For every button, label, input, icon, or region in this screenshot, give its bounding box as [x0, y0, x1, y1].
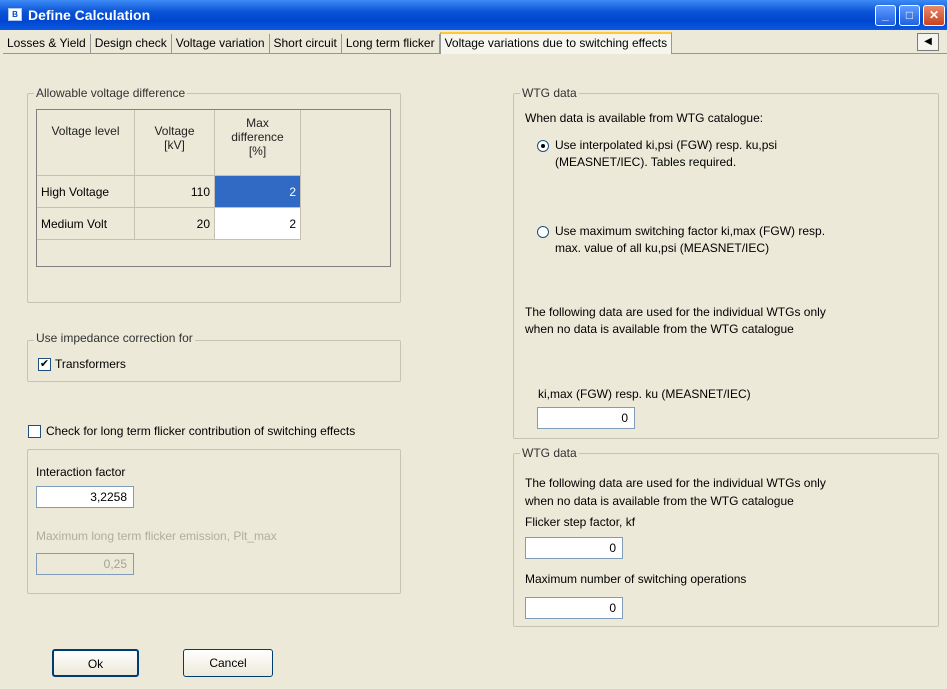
maximize-icon: □: [905, 8, 914, 22]
transformers-checkbox[interactable]: ✔: [38, 358, 51, 371]
max-ops-label: Maximum number of switching operations: [525, 572, 747, 586]
row-medium-voltage-kv[interactable]: 20: [135, 208, 215, 240]
interaction-factor-label: Interaction factor: [36, 465, 126, 479]
wtg-data-legend-2: WTG data: [520, 446, 579, 460]
minimize-button[interactable]: _: [875, 5, 896, 26]
row-high-voltage-max-diff[interactable]: 2: [215, 176, 301, 208]
app-icon: B: [8, 8, 22, 21]
tab-strip: Losses & Yield Design check Voltage variat…: [3, 32, 947, 54]
kf-label: Flicker step factor, kf: [525, 515, 636, 529]
long-term-flicker-checkbox[interactable]: [28, 425, 41, 438]
tab-design-check[interactable]: Design check: [91, 34, 172, 54]
wtg-note-2-line1: The following data are used for the indi…: [525, 476, 826, 490]
chevron-left-icon: ◀: [924, 36, 932, 47]
header-voltage-level: Voltage level: [37, 110, 135, 176]
voltage-grid: Voltage level Voltage [kV] Max differenc…: [36, 109, 391, 267]
interpolated-radio[interactable]: [537, 140, 549, 152]
wtg-catalogue-intro: When data is available from WTG catalogu…: [525, 111, 764, 125]
voltage-difference-legend: Allowable voltage difference: [34, 86, 188, 100]
interpolated-label-line1: Use interpolated ki,psi (FGW) resp. ku,p…: [555, 138, 778, 152]
wtg-note-2-line2: when no data is available from the WTG c…: [525, 494, 794, 508]
window-title: Define Calculation: [28, 7, 151, 23]
interpolated-label-line2: (MEASNET/IEC). Tables required.: [555, 155, 737, 169]
tab-losses-yield[interactable]: Losses & Yield: [3, 34, 91, 54]
long-term-flicker-label: Check for long term flicker contribution…: [46, 424, 356, 438]
wtg-note-1-line1: The following data are used for the indi…: [525, 305, 826, 319]
max-emission-input[interactable]: 0,25: [36, 553, 134, 575]
tab-voltage-variation[interactable]: Voltage variation: [172, 34, 270, 54]
tab-voltage-switching[interactable]: Voltage variations due to switching effe…: [439, 32, 673, 54]
checkmark-icon: ✔: [39, 358, 50, 370]
row-high-voltage-label: High Voltage: [37, 176, 135, 208]
row-medium-voltage-label: Medium Volt: [37, 208, 135, 240]
cancel-button[interactable]: Cancel: [183, 649, 273, 677]
header-voltage: Voltage [kV]: [135, 110, 215, 176]
header-max-difference: Max difference [%]: [215, 110, 301, 176]
title-bar: B Define Calculation _ □ ✕: [0, 0, 947, 30]
kf-input[interactable]: 0: [525, 537, 623, 559]
ki-max-label: ki,max (FGW) resp. ku (MEASNET/IEC): [538, 387, 751, 401]
row-high-voltage-kv[interactable]: 110: [135, 176, 215, 208]
ki-max-input[interactable]: 0: [537, 407, 635, 429]
wtg-note-1-line2: when no data is available from the WTG c…: [525, 322, 794, 336]
minimize-icon: _: [882, 8, 889, 22]
tab-long-term-flicker[interactable]: Long term flicker: [342, 34, 440, 54]
wtg-data-legend-1: WTG data: [520, 86, 579, 100]
impedance-legend: Use impedance correction for: [34, 331, 195, 345]
tab-scroll-left-button[interactable]: ◀: [917, 33, 939, 51]
max-emission-label: Maximum long term flicker emission, Plt_…: [36, 529, 277, 543]
close-icon: ✕: [928, 8, 940, 22]
interaction-factor-input[interactable]: 3,2258: [36, 486, 134, 508]
max-switching-label-line2: max. value of all ku,psi (MEASNET/IEC): [555, 241, 770, 255]
tab-short-circuit[interactable]: Short circuit: [270, 34, 342, 54]
transformers-label: Transformers: [55, 357, 126, 371]
ok-button[interactable]: Ok: [52, 649, 139, 677]
max-ops-input[interactable]: 0: [525, 597, 623, 619]
row-medium-voltage-max-diff[interactable]: 2: [215, 208, 301, 240]
max-switching-label-line1: Use maximum switching factor ki,max (FGW…: [555, 224, 826, 238]
close-button[interactable]: ✕: [923, 5, 945, 26]
max-switching-radio[interactable]: [537, 226, 549, 238]
maximize-button[interactable]: □: [899, 5, 920, 26]
